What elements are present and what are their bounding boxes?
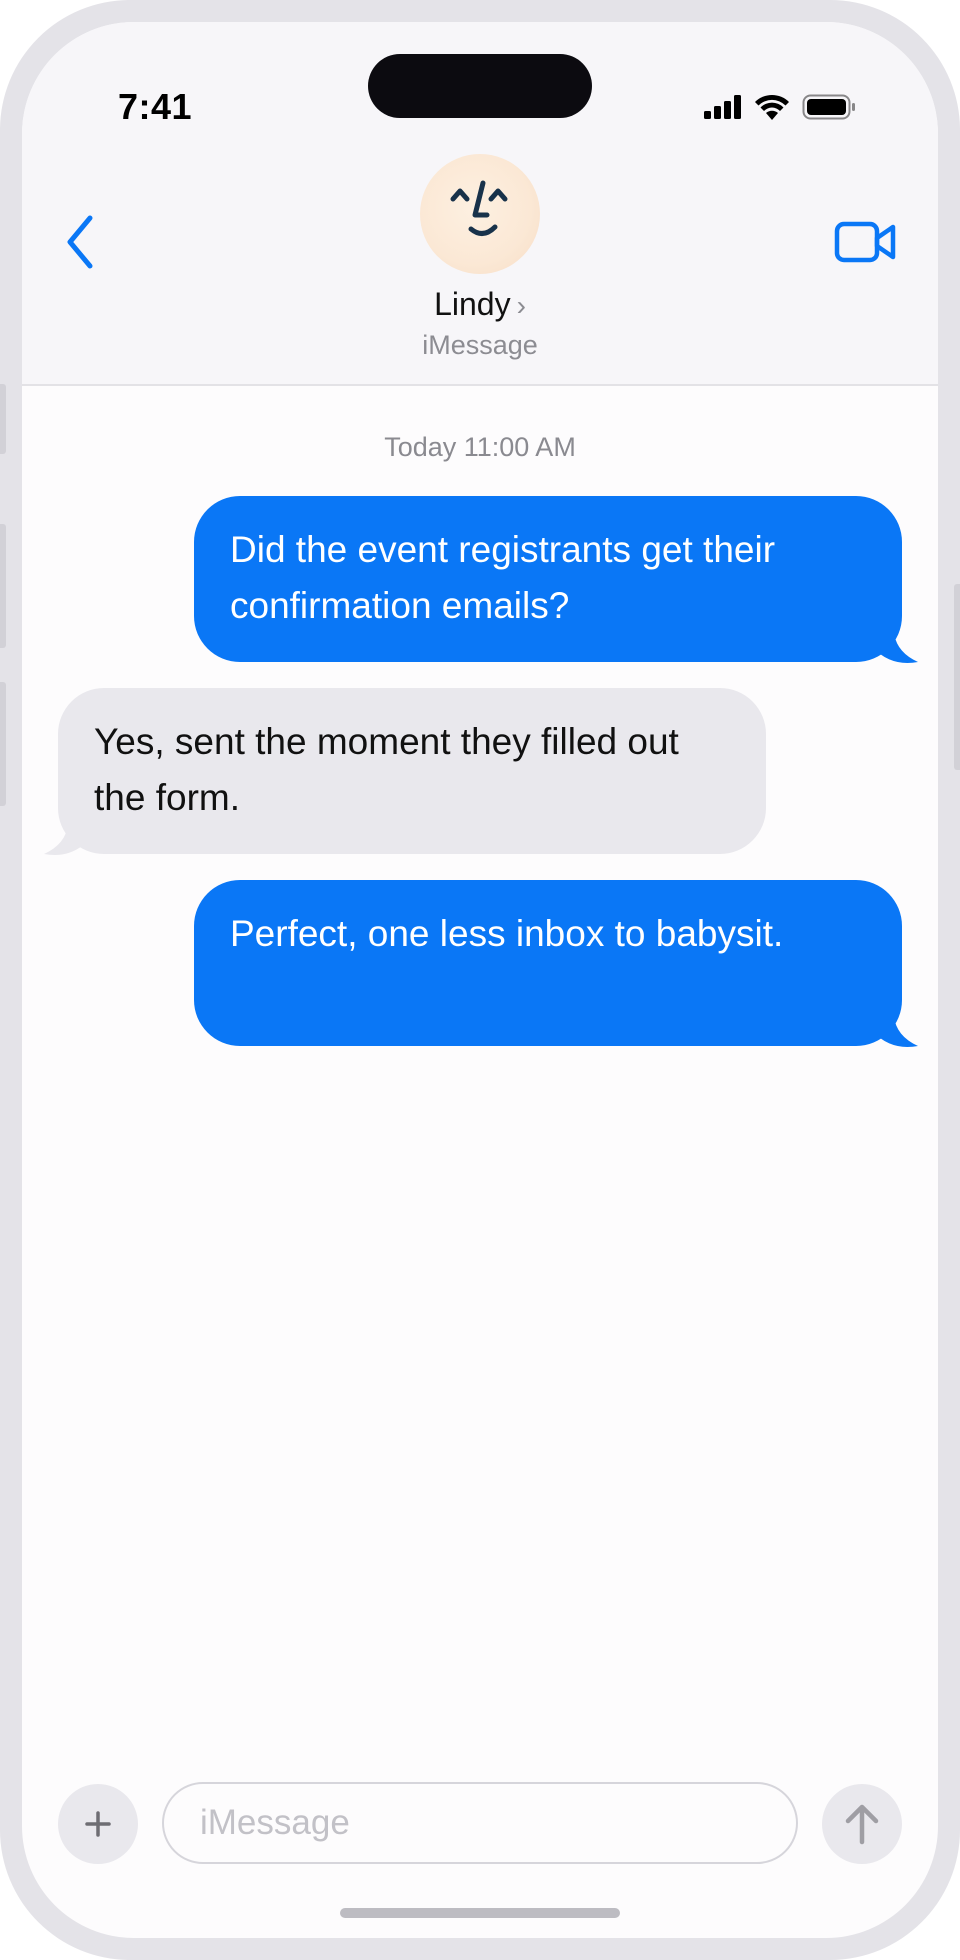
contact-name-button[interactable]: Lindy ›: [22, 286, 938, 323]
chevron-right-icon: ›: [516, 290, 526, 321]
phone-frame: 7:41 Lindy › iMessage Today 11:00 AM Did…: [0, 0, 960, 1960]
message-text: Yes, sent the moment they filled out the…: [94, 721, 679, 818]
conversation-header: 7:41 Lindy › iMessage: [22, 22, 938, 386]
action-button: [0, 384, 6, 454]
conversation-timestamp: Today 11:00 AM: [384, 432, 576, 462]
volume-down-button: [0, 682, 6, 806]
screen: 7:41 Lindy › iMessage Today 11:00 AM Did…: [22, 22, 938, 1938]
message-bubble-outgoing[interactable]: Did the event registrants get their conf…: [194, 496, 902, 662]
message-text: Perfect, one less inbox to babysit.: [230, 913, 784, 954]
bubble-tail-incoming: [44, 824, 82, 855]
chevron-left-icon: [67, 215, 93, 269]
contact-subtitle: iMessage: [422, 330, 538, 360]
add-attachment-button[interactable]: [58, 1784, 138, 1864]
back-button[interactable]: [60, 212, 104, 272]
bubble-tail-outgoing: [880, 632, 918, 663]
status-icons: [704, 92, 856, 122]
contact-name: Lindy: [434, 286, 511, 322]
home-indicator[interactable]: [340, 1908, 620, 1918]
volume-up-button: [0, 524, 6, 648]
signal-icon: [704, 95, 741, 119]
message-bubble-incoming[interactable]: Yes, sent the moment they filled out the…: [58, 688, 766, 854]
message-bubble-outgoing[interactable]: Perfect, one less inbox to babysit.: [194, 880, 902, 1046]
video-camera-icon: [834, 221, 896, 263]
dynamic-island: [368, 54, 592, 118]
battery-icon: [802, 94, 855, 120]
status-time: 7:41: [118, 86, 193, 127]
message-input[interactable]: [162, 1782, 798, 1864]
wifi-icon: [755, 94, 789, 120]
message-text: Did the event registrants get their conf…: [230, 529, 776, 626]
arrow-up-icon: [845, 1804, 879, 1845]
avatar[interactable]: [420, 154, 540, 274]
power-button: [954, 584, 960, 770]
plus-icon: [85, 1811, 111, 1837]
video-call-button[interactable]: [834, 218, 898, 266]
send-button[interactable]: [822, 1784, 902, 1864]
bubble-tail-outgoing: [880, 1016, 918, 1047]
face-avatar-icon: [450, 180, 508, 236]
